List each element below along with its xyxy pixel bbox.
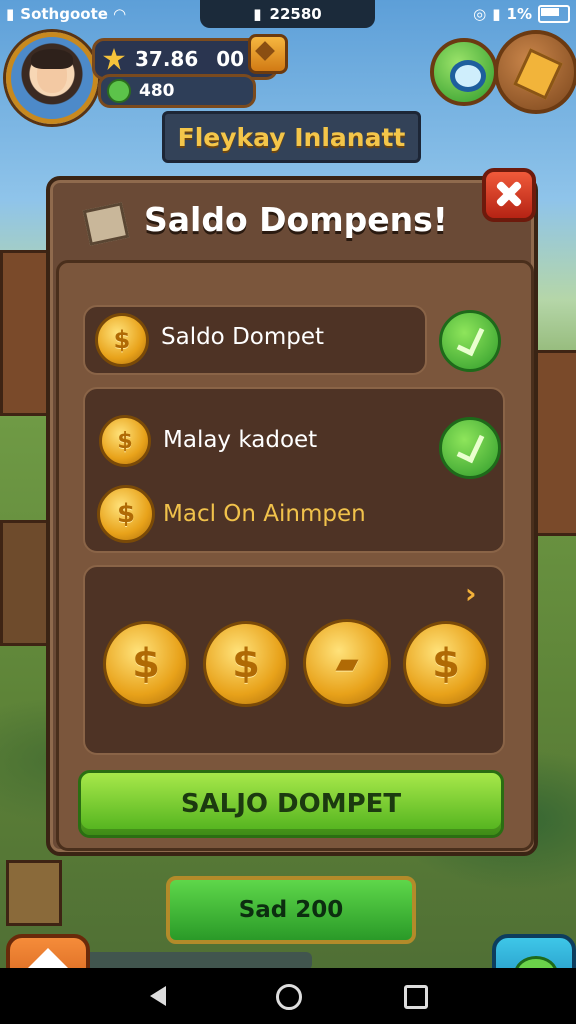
- status-bar: ▮ Sothgoote ◠ ▮ 22580 ◎ ▮ 1%: [0, 0, 576, 30]
- notification-icon: ▮: [253, 5, 262, 23]
- chevron-right-icon[interactable]: ›: [465, 577, 477, 610]
- wifi-icon: ◠: [113, 5, 126, 23]
- star-icon: [103, 48, 125, 70]
- status-right: ◎ ▮ 1%: [473, 5, 570, 23]
- balance-confirm-button[interactable]: [439, 310, 501, 372]
- lens-icon: [450, 60, 486, 92]
- coin-stack-icon: $: [99, 415, 151, 467]
- alarm-icon: ◎: [473, 5, 487, 23]
- signal-bars-icon: ▮: [492, 5, 501, 23]
- close-button[interactable]: [482, 168, 536, 222]
- primary-wallet-button[interactable]: SALJO DOMPET: [78, 770, 504, 838]
- hut-left: [0, 520, 52, 646]
- gem-icon: [107, 79, 131, 103]
- coin-option-1[interactable]: $: [103, 621, 189, 707]
- status-notch: ▮ 22580: [200, 0, 375, 28]
- player-avatar[interactable]: [6, 32, 98, 124]
- card-icon: [513, 48, 563, 100]
- shop-button[interactable]: [494, 30, 576, 114]
- house-left: [0, 250, 52, 416]
- gear-coin-icon: $: [95, 313, 149, 367]
- status-center-text: 22580: [269, 5, 322, 23]
- signal-icon: ▮: [6, 5, 15, 23]
- coin-option-4[interactable]: $: [403, 621, 489, 707]
- gem-balance: 480: [98, 74, 256, 108]
- card-coin-option[interactable]: ▰: [303, 619, 391, 707]
- panel-body: $ Saldo Dompet $ Malay kadoet $ Macl On …: [56, 260, 534, 851]
- settings-button[interactable]: [430, 38, 498, 106]
- carrier-label: Sothgoote: [20, 5, 108, 23]
- coin-selection-row: › $ $ ▰ $: [83, 565, 505, 755]
- avatar-hair: [31, 49, 73, 69]
- wallet-confirm-button[interactable]: [439, 417, 501, 479]
- gem-balance-value: 480: [139, 81, 175, 101]
- home-circle-icon[interactable]: [276, 984, 302, 1010]
- back-icon[interactable]: [150, 986, 166, 1006]
- wallet-row-label-1: Malay kadoet: [163, 427, 318, 453]
- wallet-panel: Saldo Dompens! $ Saldo Dompet $ Malay ka…: [46, 176, 538, 856]
- coin-option-2[interactable]: $: [203, 621, 289, 707]
- wallet-row-label-2: Macl On Ainmpen: [163, 501, 366, 527]
- coin-balance-value: 37.86: [135, 47, 199, 71]
- secondary-amount-button[interactable]: Sad 200: [166, 876, 416, 944]
- system-nav-bar: [0, 968, 576, 1024]
- add-coins-button[interactable]: [248, 34, 288, 74]
- panel-header: Saldo Dompens!: [58, 186, 526, 256]
- battery-percent: 1%: [506, 5, 532, 23]
- balance-row-label: Saldo Dompet: [161, 324, 325, 350]
- crate-bottom-left: [6, 860, 62, 926]
- coin-icon-row: $: [97, 485, 155, 543]
- location-banner: Fleykay Inlanatt: [162, 111, 421, 163]
- battery-icon: [538, 5, 570, 23]
- status-left: ▮ Sothgoote ◠: [6, 5, 125, 23]
- box-icon: [82, 202, 130, 246]
- wallet-rows-group: $ Malay kadoet $ Macl On Ainmpen: [83, 387, 505, 553]
- recent-apps-icon[interactable]: [404, 985, 428, 1009]
- balance-row: $ Saldo Dompet: [83, 305, 427, 375]
- panel-title: Saldo Dompens!: [144, 200, 448, 239]
- coin-balance-extra: 00: [216, 47, 245, 71]
